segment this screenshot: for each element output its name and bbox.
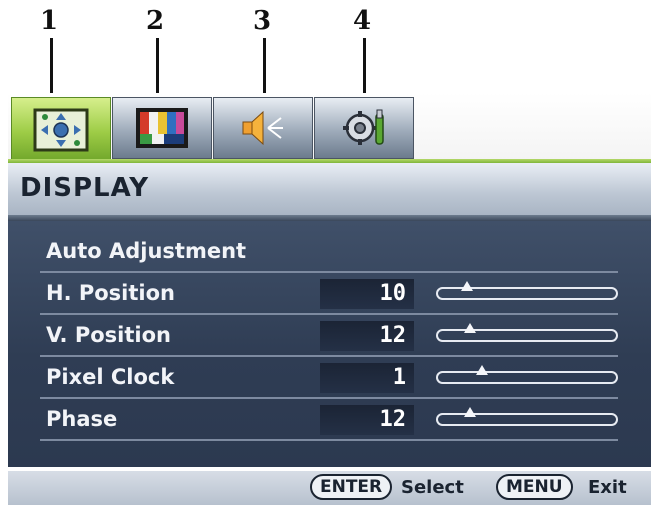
pixel-clock-slider[interactable] [436,371,618,384]
callout-number-3: 3 [253,6,272,36]
tab-system[interactable] [314,97,414,159]
menu-item-label: Pixel Clock [46,365,175,389]
value-box: 12 [320,405,414,435]
h-position-value: 10 [379,281,407,306]
menu-item-auto-adjustment[interactable]: Auto Adjustment [40,233,618,273]
callout-line-2 [156,38,159,100]
callout-line-4 [363,38,366,100]
color-bars-icon [134,106,190,150]
slider-thumb[interactable] [476,365,489,375]
slider-thumb[interactable] [461,281,474,291]
tab-bar [8,93,651,163]
callout-number-2: 2 [146,6,165,36]
v-position-value: 12 [379,323,407,348]
settings-wrench-icon [336,106,392,150]
callout-number-4: 4 [353,6,372,36]
page-title: DISPLAY [20,173,150,203]
slider-thumb[interactable] [464,407,477,417]
value-box: 1 [320,363,414,393]
osd-menu: DISPLAY Auto Adjustment H. Position 10 V… [8,93,651,510]
menu-item-label: V. Position [46,323,171,347]
enter-action-label: Select [401,477,464,498]
menu-item-label: Auto Adjustment [46,239,247,263]
tab-display[interactable] [11,97,111,163]
footer-hint-bar: ENTER Select MENU Exit [8,471,651,505]
menu-item-h-position[interactable]: H. Position 10 [40,275,618,315]
speaker-icon [235,106,291,150]
pixel-clock-value: 1 [392,365,406,390]
menu-item-label: Phase [46,407,118,431]
slider-thumb[interactable] [464,323,477,333]
tab-picture[interactable] [112,97,212,159]
callout-line-1 [50,38,53,100]
picture-adjust-icon [33,108,89,152]
callout-number-1: 1 [40,6,59,36]
value-box: 12 [320,321,414,351]
menu-item-v-position[interactable]: V. Position 12 [40,317,618,357]
value-box: 10 [320,279,414,309]
menu-item-pixel-clock[interactable]: Pixel Clock 1 [40,359,618,399]
menu-body: Auto Adjustment H. Position 10 V. Positi… [8,221,651,467]
callout-line-3 [263,38,266,100]
enter-key-hint: ENTER [310,474,393,500]
menu-key-hint: MENU [496,474,573,500]
menu-item-label: H. Position [46,281,175,305]
menu-action-label: Exit [588,477,627,498]
phase-value: 12 [379,407,407,432]
tab-audio[interactable] [213,97,313,159]
menu-item-phase[interactable]: Phase 12 [40,401,618,441]
title-bar: DISPLAY [8,163,651,215]
